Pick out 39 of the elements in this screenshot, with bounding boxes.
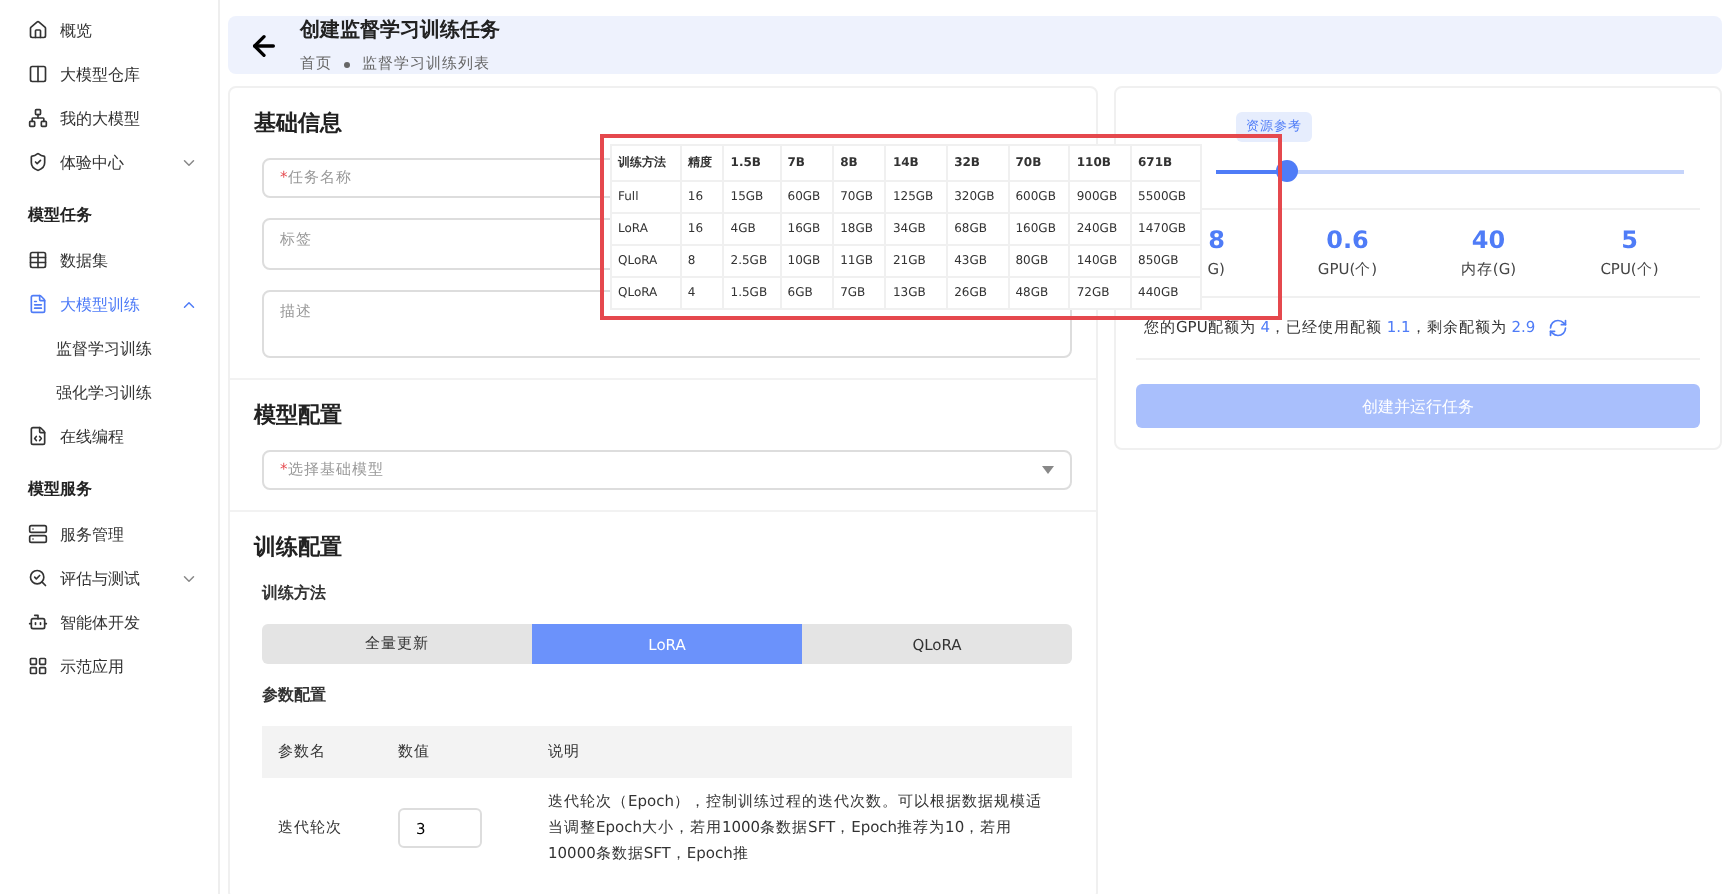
sidebar-item[interactable]: 体验中心 (0, 140, 218, 184)
document-icon (28, 294, 48, 314)
sidebar-item[interactable]: 大模型训练 (0, 282, 218, 326)
subsection-title: 训练方法 (259, 582, 328, 604)
sidebar-section-title: 模型服务 (26, 478, 94, 502)
slider[interactable] (1216, 158, 1684, 184)
code-file-icon (28, 426, 48, 446)
sidebar-item[interactable]: 数据集 (0, 238, 218, 282)
stat-value: 8 (1208, 226, 1225, 254)
network-icon (28, 108, 48, 128)
sidebar-item[interactable]: 服务管理 (0, 512, 218, 556)
section-title: 模型配置 (254, 400, 344, 430)
subsection-title: 参数配置 (260, 684, 328, 706)
section-title: 训练配置 (254, 532, 344, 562)
stat-value: 0.6 (1326, 226, 1369, 254)
sidebar-item[interactable]: 大模型仓库 (0, 52, 218, 96)
sidebar-item[interactable]: 我的大模型 (0, 96, 218, 140)
sidebar-subitem[interactable]: 强化学习训练 (0, 370, 218, 414)
grid-icon (28, 656, 48, 676)
sidebar-section-title: 模型任务 (26, 204, 94, 228)
section-title: 基础信息 (254, 108, 344, 138)
refresh-icon[interactable] (1547, 318, 1568, 338)
server-icon (28, 524, 48, 544)
robot-icon (28, 612, 48, 632)
columns-icon (28, 64, 48, 84)
stat-value: 5 (1621, 226, 1638, 254)
search-icon (28, 568, 48, 588)
sidebar-item[interactable]: 评估与测试 (0, 556, 218, 600)
page-title: 创建监督学习训练任务 (300, 17, 500, 44)
sidebar-item[interactable]: 概览 (0, 8, 218, 52)
stat-value: 40 (1471, 226, 1506, 254)
sidebar-item[interactable]: 智能体开发 (0, 600, 218, 644)
dropdown-caret-icon (1042, 466, 1054, 474)
sidebar-item[interactable]: 在线编程 (0, 414, 218, 458)
home-icon (28, 20, 48, 40)
sidebar-subitem[interactable]: 监督学习训练 (0, 326, 218, 370)
shield-icon (28, 152, 48, 172)
sidebar-item[interactable]: 示范应用 (0, 644, 218, 688)
table-icon (28, 250, 48, 270)
